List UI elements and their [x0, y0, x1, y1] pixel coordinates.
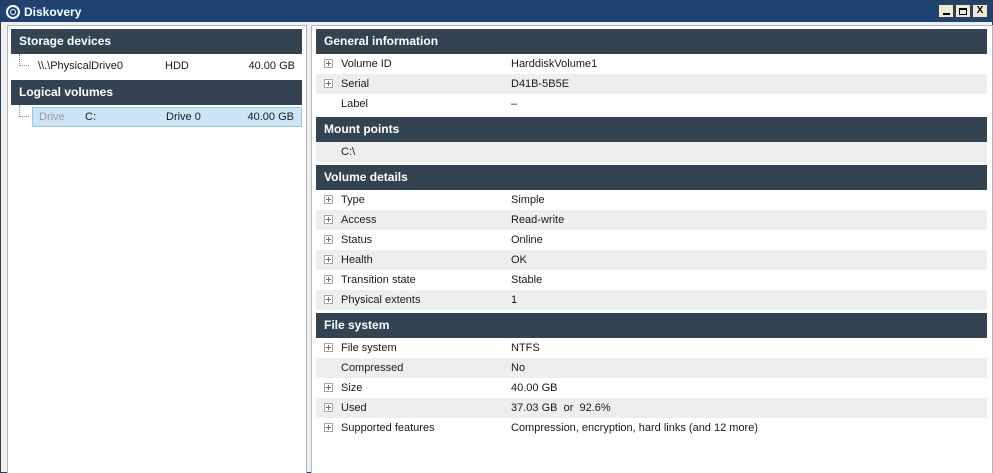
property-name: Physical extents: [341, 294, 421, 306]
property-value: D41B-5B5E: [511, 78, 570, 90]
property-value: Compression, encryption, hard links (and…: [511, 422, 759, 434]
property-row-physical-extents[interactable]: Physical extents 1: [316, 290, 987, 310]
property-row-health[interactable]: Health OK: [316, 250, 987, 270]
window-title: Diskovery: [24, 4, 82, 19]
property-row-file-system[interactable]: File system NTFS: [316, 338, 987, 358]
property-row-type[interactable]: Type Simple: [316, 190, 987, 210]
storage-devices-header: Storage devices: [11, 29, 302, 54]
property-value: 40.00 GB: [511, 382, 558, 394]
tree-connector: [19, 54, 29, 66]
logical-volume-row[interactable]: Drive C: Drive 0 40.00 GB: [11, 105, 302, 128]
property-row-used[interactable]: Used 37.03 GB or 92.6%: [316, 398, 987, 418]
device-type: HDD: [165, 60, 189, 72]
property-row-transition-state[interactable]: Transition state Stable: [316, 270, 987, 290]
expand-icon[interactable]: [324, 423, 333, 432]
logical-volumes-header: Logical volumes: [11, 80, 302, 105]
device-size: 40.00 GB: [248, 60, 295, 72]
volume-letter: C:: [85, 111, 96, 123]
app-window: Diskovery X Storage devices \\.\Physical…: [0, 0, 993, 473]
property-name: File system: [341, 342, 397, 354]
mount-point-value: C:\: [341, 146, 356, 158]
volume-drive: Drive 0: [166, 111, 201, 123]
property-name: Label: [341, 98, 368, 110]
property-name: Used: [341, 402, 367, 414]
expand-icon[interactable]: [324, 195, 333, 204]
devices-panel: Storage devices \\.\PhysicalDrive0 HDD 4…: [7, 25, 307, 473]
device-path: \\.\PhysicalDrive0: [38, 60, 123, 72]
property-value: 37.03 GB or 92.6%: [511, 402, 611, 414]
property-value: –: [511, 98, 518, 110]
details-panel: General information Volume ID HarddiskVo…: [311, 25, 993, 473]
minimize-icon: [942, 13, 950, 15]
property-value: Simple: [511, 194, 545, 206]
mount-point-row: C:\: [316, 142, 987, 162]
diskovery-logo-icon: [6, 4, 20, 19]
property-row-label: Label –: [316, 94, 987, 114]
property-value: OK: [511, 254, 527, 266]
property-value: NTFS: [511, 342, 540, 354]
volume-size: 40.00 GB: [247, 111, 294, 123]
maximize-icon: [959, 7, 967, 15]
expand-icon[interactable]: [324, 383, 333, 392]
property-value: No: [511, 362, 526, 374]
volume-details-header: Volume details: [316, 165, 987, 190]
file-system-header: File system: [316, 313, 987, 338]
property-name: Health: [341, 254, 373, 266]
property-name: Transition state: [341, 274, 416, 286]
tree-connector: [19, 105, 29, 117]
property-row-size[interactable]: Size 40.00 GB: [316, 378, 987, 398]
close-icon: X: [976, 5, 984, 16]
expand-icon[interactable]: [324, 275, 333, 284]
expand-icon[interactable]: [324, 79, 333, 88]
property-value: Online: [511, 234, 543, 246]
selected-volume[interactable]: Drive C: Drive 0 40.00 GB: [32, 107, 302, 127]
expand-icon[interactable]: [324, 235, 333, 244]
property-row-compressed: Compressed No: [316, 358, 987, 378]
property-name: Compressed: [341, 362, 404, 374]
property-row-status[interactable]: Status Online: [316, 230, 987, 250]
title-bar[interactable]: Diskovery X: [1, 1, 992, 22]
expand-icon[interactable]: [324, 255, 333, 264]
property-name: Serial: [341, 78, 370, 90]
property-row-access[interactable]: Access Read-write: [316, 210, 987, 230]
expand-icon[interactable]: [324, 59, 333, 68]
property-name: Volume ID: [341, 58, 392, 70]
expand-icon[interactable]: [324, 215, 333, 224]
property-value: HarddiskVolume1: [511, 58, 598, 70]
property-name: Size: [341, 382, 363, 394]
property-row-volume-id[interactable]: Volume ID HarddiskVolume1: [316, 54, 987, 74]
property-name: Status: [341, 234, 373, 246]
close-button[interactable]: X: [972, 4, 988, 18]
property-row-serial[interactable]: Serial D41B-5B5E: [316, 74, 987, 94]
property-row-supported-features[interactable]: Supported features Compression, encrypti…: [316, 418, 987, 438]
maximize-button[interactable]: [955, 4, 971, 18]
property-name: Type: [341, 194, 365, 206]
property-value: Stable: [511, 274, 543, 286]
expand-icon[interactable]: [324, 403, 333, 412]
mount-points-header: Mount points: [316, 117, 987, 142]
general-information-header: General information: [316, 29, 987, 54]
minimize-button[interactable]: [938, 4, 954, 18]
property-name: Access: [341, 214, 377, 226]
storage-device-row[interactable]: \\.\PhysicalDrive0 HDD 40.00 GB: [11, 54, 302, 77]
window-controls: X: [938, 4, 988, 18]
property-name: Supported features: [341, 422, 435, 434]
property-value: Read-write: [511, 214, 565, 226]
property-value: 1: [511, 294, 518, 306]
volume-kind: Drive: [39, 111, 65, 123]
expand-icon[interactable]: [324, 295, 333, 304]
expand-icon[interactable]: [324, 343, 333, 352]
